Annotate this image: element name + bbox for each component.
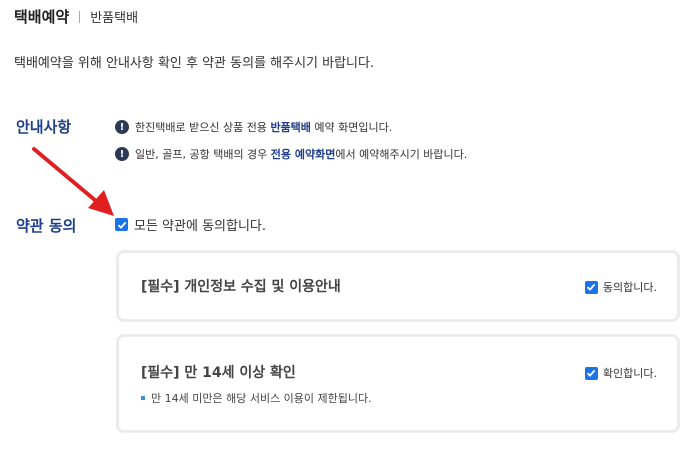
agree-privacy-checkbox[interactable]: 동의합니다. (584, 279, 657, 295)
age-restriction-note: 만 14세 미만은 해당 서비스 이용이 제한됩니다. (141, 390, 372, 406)
notice-text-post: 예약 화면입니다. (310, 121, 393, 134)
notice-item: ! 한진택배로 받으신 상품 전용 반품택배 예약 화면입니다. (115, 117, 467, 137)
notice-highlight: 반품택배 (270, 121, 311, 134)
confirm-age-checkbox[interactable]: 확인합니다. (584, 365, 657, 381)
notice-item: ! 일반, 골프, 공항 택배의 경우 전용 예약화면 에서 예약해주시기 바랍… (115, 144, 467, 164)
terms-title: [필수] 개인정보 수집 및 이용안내 (141, 279, 341, 295)
exclamation-circle-icon: ! (115, 147, 129, 161)
intro-text: 택배예약을 위해 안내사항 확인 후 약관 동의를 해주시기 바랍니다. (14, 56, 375, 71)
notice-text-pre: 일반, 골프, 공항 택배의 경우 (135, 148, 271, 161)
checkmark-icon[interactable] (584, 280, 598, 294)
checkmark-icon[interactable] (584, 366, 598, 380)
header-divider (79, 10, 81, 23)
page-title: 택배예약 (14, 8, 70, 26)
notice-section-label: 안내사항 (16, 118, 72, 136)
confirm-age-label: 확인합니다. (602, 367, 657, 380)
age-note-text: 만 14세 미만은 해당 서비스 이용이 제한됩니다. (151, 392, 372, 405)
notice-highlight: 전용 예약화면 (270, 148, 336, 161)
terms-section-label: 약관 동의 (16, 217, 77, 235)
agree-privacy-label: 동의합니다. (602, 281, 657, 294)
agree-all-checkbox[interactable]: 모든 약관에 동의합니다. (115, 215, 266, 234)
terms-card-privacy: [필수] 개인정보 수집 및 이용안내 동의합니다. (116, 250, 680, 322)
notice-text-pre: 한진택배로 받으신 상품 전용 (135, 121, 271, 134)
terms-title: [필수] 만 14세 이상 확인 (141, 365, 296, 381)
page-header: 택배예약 반품택배 (14, 6, 138, 27)
notice-text-post: 에서 예약해주시기 바랍니다. (335, 148, 468, 161)
checkmark-icon[interactable] (115, 218, 128, 231)
exclamation-circle-icon: ! (115, 120, 129, 134)
terms-card-age: [필수] 만 14세 이상 확인 확인합니다. 만 14세 미만은 해당 서비스… (116, 334, 680, 433)
notice-list: ! 한진택배로 받으신 상품 전용 반품택배 예약 화면입니다. ! 일반, 골… (115, 117, 467, 171)
bullet-icon (141, 396, 145, 400)
page-subtitle: 반품택배 (90, 11, 139, 26)
agree-all-label: 모든 약관에 동의합니다. (134, 219, 266, 234)
